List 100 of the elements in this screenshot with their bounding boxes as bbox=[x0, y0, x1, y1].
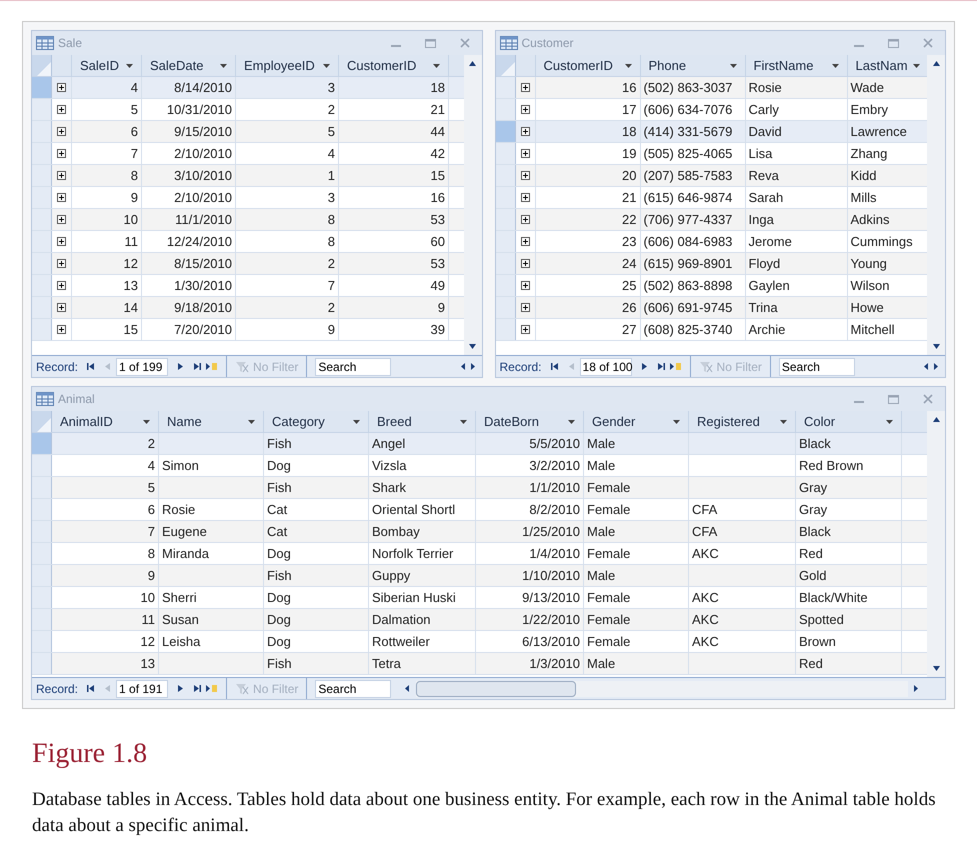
expand-icon[interactable] bbox=[520, 303, 530, 312]
expand-icon[interactable] bbox=[520, 105, 530, 114]
table-row[interactable]: 6 Rosie Cat Oriental Shortl 8/2/2010 Female CFA Gray bbox=[32, 499, 927, 521]
scroll-right-icon[interactable] bbox=[468, 362, 478, 371]
first-record-icon[interactable] bbox=[86, 362, 96, 371]
expand-icon[interactable] bbox=[57, 171, 66, 180]
horizontal-scrollbar[interactable] bbox=[416, 680, 908, 696]
dropdown-caret-icon[interactable] bbox=[673, 420, 680, 424]
table-row[interactable]: 26 (606) 691-9745 Trina Howe bbox=[496, 297, 927, 319]
column-header[interactable]: FirstName bbox=[746, 55, 848, 76]
column-header[interactable]: Breed bbox=[369, 411, 476, 432]
column-header[interactable]: Phone bbox=[640, 55, 746, 76]
table-row[interactable]: 13 Fish Tetra 1/3/2010 Male Red bbox=[32, 653, 927, 675]
column-header[interactable]: Name bbox=[159, 411, 264, 432]
column-header[interactable]: CustomerID bbox=[339, 55, 449, 76]
vertical-scrollbar[interactable] bbox=[927, 411, 945, 677]
expand-icon[interactable] bbox=[57, 83, 66, 92]
expand-icon[interactable] bbox=[520, 281, 530, 290]
next-record-icon[interactable] bbox=[176, 362, 186, 371]
dropdown-caret-icon[interactable] bbox=[832, 64, 838, 68]
dropdown-caret-icon[interactable] bbox=[126, 64, 133, 68]
column-header[interactable]: AnimalID bbox=[52, 411, 159, 432]
scroll-up-icon[interactable] bbox=[932, 415, 940, 424]
table-row[interactable]: 12 8/15/2010 2 53 bbox=[32, 253, 464, 275]
table-row[interactable]: 10 Sherri Dog Siberian Huski 9/13/2010 Female AKC Black/White bbox=[32, 587, 927, 609]
dropdown-caret-icon[interactable] bbox=[220, 64, 227, 68]
table-row[interactable]: 27 (608) 825-3740 Archie Mitchell bbox=[496, 319, 927, 341]
expand-icon[interactable] bbox=[520, 237, 530, 246]
table-row[interactable]: 21 (615) 646-9874 Sarah Mills bbox=[496, 187, 927, 209]
scroll-down-icon[interactable] bbox=[932, 342, 940, 351]
expand-icon[interactable] bbox=[520, 83, 530, 92]
record-field[interactable]: 1 of 191 bbox=[116, 680, 168, 698]
table-row[interactable]: 10 11/1/2010 8 53 bbox=[32, 209, 464, 231]
expand-icon[interactable] bbox=[520, 127, 530, 136]
scroll-up-icon[interactable] bbox=[468, 59, 477, 68]
table-row[interactable]: 7 Eugene Cat Bombay 1/25/2010 Male CFA Black bbox=[32, 521, 927, 543]
table-row[interactable]: 5 Fish Shark 1/1/2010 Female Gray bbox=[32, 477, 927, 499]
record-field[interactable]: 1 of 199 bbox=[116, 358, 168, 376]
table-row[interactable]: 15 7/20/2010 9 39 bbox=[32, 319, 464, 341]
scrollbar-thumb[interactable] bbox=[416, 680, 576, 696]
table-row[interactable]: 7 2/10/2010 4 42 bbox=[32, 143, 464, 165]
expand-icon[interactable] bbox=[520, 215, 530, 224]
column-header[interactable]: Gender bbox=[584, 411, 689, 432]
expand-icon[interactable] bbox=[520, 325, 530, 334]
table-row[interactable]: 17 (606) 634-7076 Carly Embry bbox=[496, 99, 927, 121]
table-row[interactable]: 9 2/10/2010 3 16 bbox=[32, 187, 464, 209]
column-header[interactable]: EmployeeID bbox=[236, 55, 339, 76]
scroll-up-icon[interactable] bbox=[932, 59, 940, 68]
expand-icon[interactable] bbox=[57, 325, 66, 334]
table-row[interactable]: 6 9/15/2010 5 44 bbox=[32, 121, 464, 143]
dropdown-caret-icon[interactable] bbox=[323, 64, 330, 68]
table-row[interactable]: 11 Susan Dog Dalmation 1/22/2010 Female AKC Spotted bbox=[32, 609, 927, 631]
first-record-icon[interactable] bbox=[86, 684, 96, 693]
expand-icon[interactable] bbox=[57, 303, 66, 312]
scroll-left-icon[interactable] bbox=[922, 362, 931, 371]
table-row[interactable]: 9 Fish Guppy 1/10/2010 Male Gold bbox=[32, 565, 927, 587]
table-row[interactable]: 5 10/31/2010 2 21 bbox=[32, 99, 464, 121]
dropdown-caret-icon[interactable] bbox=[248, 420, 255, 424]
dropdown-caret-icon[interactable] bbox=[624, 64, 632, 68]
table-row[interactable]: 12 Leisha Dog Rottweiler 6/13/2010 Female AKC Brown bbox=[32, 631, 927, 653]
column-header[interactable]: Registered bbox=[689, 411, 796, 432]
table-row[interactable]: 20 (207) 585-7583 Reva Kidd bbox=[496, 165, 927, 187]
table-row[interactable]: 23 (606) 084-6983 Jerome Cummings bbox=[496, 231, 927, 253]
record-field[interactable]: 18 of 100 bbox=[580, 358, 632, 376]
dropdown-caret-icon[interactable] bbox=[460, 420, 467, 424]
dropdown-caret-icon[interactable] bbox=[780, 420, 787, 424]
scroll-down-icon[interactable] bbox=[932, 664, 940, 673]
expand-icon[interactable] bbox=[57, 149, 66, 158]
table-row[interactable]: 24 (615) 969-8901 Floyd Young bbox=[496, 253, 927, 275]
table-row[interactable]: 25 (502) 863-8898 Gaylen Wilson bbox=[496, 275, 927, 297]
table-row[interactable]: 16 (502) 863-3037 Rosie Wade bbox=[496, 77, 927, 99]
new-record-icon[interactable] bbox=[670, 362, 682, 371]
expand-icon[interactable] bbox=[57, 105, 66, 114]
table-row[interactable]: 4 Simon Dog Vizsla 3/2/2010 Male Red Brown bbox=[32, 455, 927, 477]
table-row[interactable]: 22 (706) 977-4337 Inga Adkins bbox=[496, 209, 927, 231]
search-field[interactable]: Search bbox=[315, 358, 392, 376]
search-field[interactable]: Search bbox=[778, 358, 855, 376]
expand-icon[interactable] bbox=[57, 281, 66, 290]
next-record-icon[interactable] bbox=[176, 684, 186, 693]
column-header[interactable]: SaleDate bbox=[142, 55, 236, 76]
expand-icon[interactable] bbox=[520, 171, 530, 180]
next-record-icon[interactable] bbox=[640, 362, 649, 371]
table-row[interactable]: 13 1/30/2010 7 49 bbox=[32, 275, 464, 297]
column-header[interactable]: Category bbox=[264, 411, 369, 432]
expand-icon[interactable] bbox=[520, 149, 530, 158]
vertical-scrollbar[interactable] bbox=[927, 55, 945, 355]
table-row[interactable]: 8 Miranda Dog Norfolk Terrier 1/4/2010 Female AKC Red bbox=[32, 543, 927, 565]
column-header[interactable]: DateBorn bbox=[476, 411, 584, 432]
dropdown-caret-icon[interactable] bbox=[568, 420, 575, 424]
dropdown-caret-icon[interactable] bbox=[353, 420, 360, 424]
expand-icon[interactable] bbox=[57, 127, 66, 136]
expand-icon[interactable] bbox=[57, 259, 66, 268]
expand-icon[interactable] bbox=[57, 215, 66, 224]
expand-icon[interactable] bbox=[57, 193, 66, 202]
expand-icon[interactable] bbox=[520, 259, 530, 268]
table-row[interactable]: 14 9/18/2010 2 9 bbox=[32, 297, 464, 319]
search-field[interactable]: Search bbox=[315, 680, 392, 698]
table-row[interactable]: 8 3/10/2010 1 15 bbox=[32, 165, 464, 187]
scroll-left-icon[interactable] bbox=[458, 362, 468, 371]
table-row[interactable]: 4 8/14/2010 3 18 bbox=[32, 77, 464, 99]
